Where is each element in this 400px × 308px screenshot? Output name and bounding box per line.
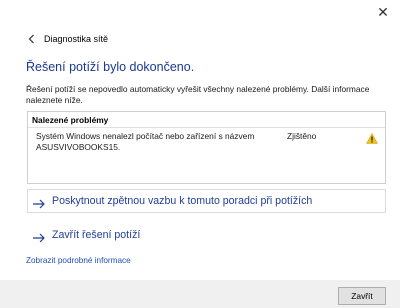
- feedback-link-label: Poskytnout zpětnou vazbu k tomuto poradc…: [52, 195, 313, 207]
- back-arrow-icon[interactable]: [26, 33, 38, 45]
- warning-icon: [366, 131, 378, 144]
- close-troubleshooter-link[interactable]: Zavřít řešení potíží: [27, 226, 140, 244]
- problems-box: Nalezené problémy Systém Windows nenalez…: [27, 111, 386, 184]
- title-bar: Diagnostika sítě: [26, 31, 108, 47]
- close-button[interactable]: Zavřít: [338, 287, 386, 305]
- arrow-right-icon: [32, 196, 46, 209]
- header-divider: [28, 127, 385, 128]
- window-close-icon[interactable]: ✕: [376, 6, 390, 20]
- intro-text: Řešení potíží se nepovedlo automaticky v…: [26, 84, 370, 105]
- window-title: Diagnostika sítě: [44, 34, 109, 44]
- problem-status: Zjištěno: [287, 131, 317, 141]
- feedback-link[interactable]: Poskytnout zpětnou vazbu k tomuto poradc…: [27, 189, 386, 213]
- arrow-right-icon: [32, 230, 46, 243]
- page-heading: Řešení potíží bylo dokončeno.: [26, 60, 195, 74]
- footer-bar: Zavřít: [0, 280, 400, 308]
- details-link[interactable]: Zobrazit podrobné informace: [26, 256, 131, 265]
- close-troubleshooter-label: Zavřít řešení potíží: [52, 229, 141, 241]
- problems-header: Nalezené problémy: [32, 115, 109, 125]
- problem-description: Systém Windows nenalezl počítač nebo zař…: [36, 131, 255, 152]
